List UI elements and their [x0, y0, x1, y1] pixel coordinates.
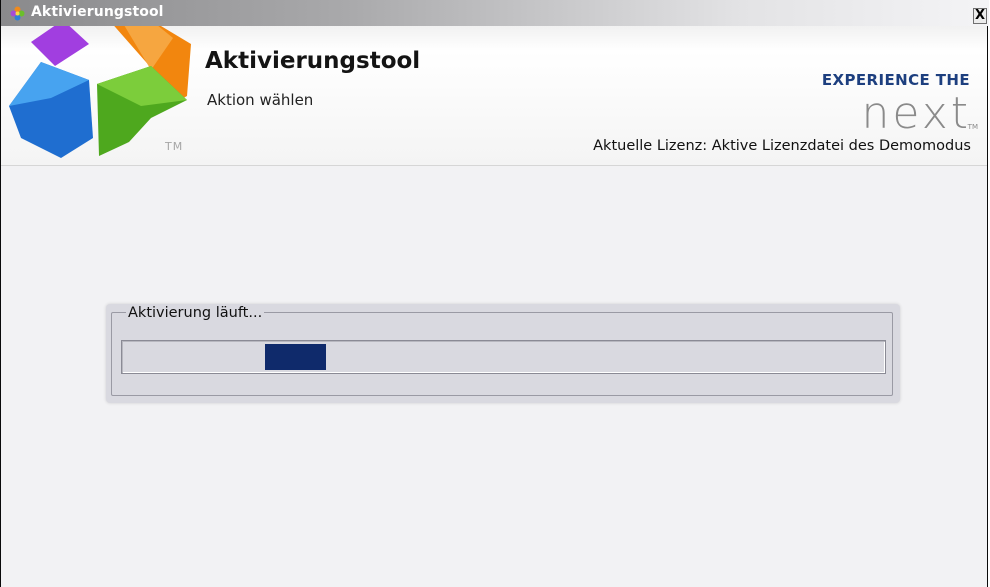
logo-trademark: TM [165, 140, 184, 153]
brand-logo-word: next [861, 88, 971, 139]
brand-tagline: EXPERIENCE THE [821, 71, 970, 89]
license-status: Aktuelle Lizenz: Aktive Lizenzdatei des … [593, 138, 971, 154]
app-logo-icon [10, 6, 25, 21]
progress-group: Aktivierung läuft... [111, 305, 893, 396]
header-banner: TM Aktivierungstool Aktion wählen EXPERI… [1, 26, 987, 166]
title-bar[interactable]: Aktivierungstool X [1, 0, 989, 26]
activation-window: Aktivierungstool X TM Aktivierungstool A… [0, 0, 989, 587]
progress-panel: Aktivierung läuft... [106, 304, 900, 403]
brand-trademark: TM [967, 123, 978, 131]
progress-label: Aktivierung läuft... [126, 305, 265, 321]
progress-bar [121, 340, 886, 374]
progress-indicator [265, 344, 326, 370]
page-subtitle: Aktion wählen [207, 91, 314, 109]
page-title: Aktivierungstool [205, 48, 421, 74]
content-area: Aktivierung läuft... [1, 166, 987, 587]
window-title: Aktivierungstool [31, 4, 164, 20]
close-icon: X [974, 8, 986, 23]
close-button[interactable]: X [973, 8, 987, 24]
